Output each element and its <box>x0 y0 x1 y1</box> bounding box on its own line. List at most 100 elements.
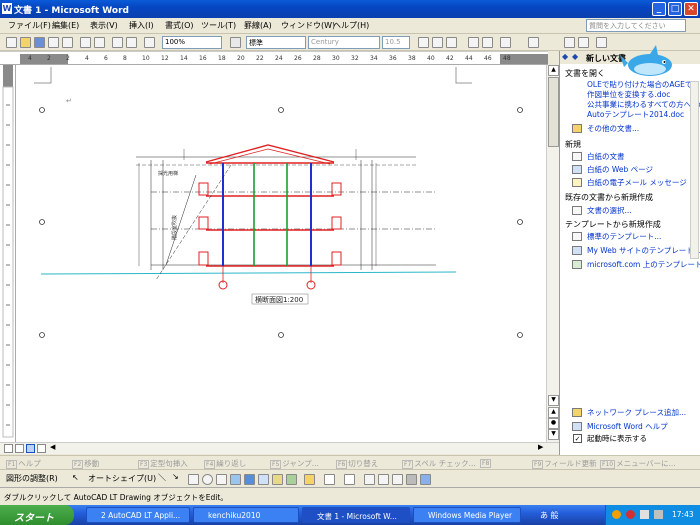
menu-tools[interactable]: ツール(T) <box>201 20 236 31</box>
fkey-6[interactable]: F6 切り替え <box>336 458 378 469</box>
fkey-7[interactable]: F7 スペル チェック... <box>402 458 476 469</box>
italic-icon[interactable] <box>432 37 443 48</box>
menu-edit[interactable]: 編集(E) <box>52 20 79 31</box>
web-templates-link[interactable]: My Web サイトのテンプレート... <box>587 245 700 256</box>
fkey-10[interactable]: F10 メニューバーに... <box>600 458 676 469</box>
task-media-player[interactable]: Windows Media Player <box>413 507 521 523</box>
fkey-2[interactable]: F2 移動 <box>72 458 99 469</box>
font-select[interactable]: Century <box>308 36 380 49</box>
autoshape-menu[interactable]: オートシェイプ(U) <box>88 473 156 484</box>
more-documents-link[interactable]: その他の文書... <box>587 123 639 134</box>
paste-icon[interactable] <box>126 37 137 48</box>
horizontal-scrollbar[interactable]: ◀ ▶ <box>0 442 559 454</box>
bold-icon[interactable] <box>418 37 429 48</box>
menu-view[interactable]: 表示(V) <box>90 20 118 31</box>
fkey-8[interactable]: F8 <box>480 458 492 468</box>
vertical-scrollbar[interactable]: ▲ ▼ ▲ ● ▼ <box>546 65 559 442</box>
menu-format[interactable]: 書式(O) <box>165 20 194 31</box>
fkey-1[interactable]: F1 ヘルプ <box>6 458 41 469</box>
ask-question-input[interactable]: 質問を入力してください <box>586 19 686 32</box>
start-button[interactable]: スタート <box>0 505 74 525</box>
new-document-icon[interactable] <box>6 37 17 48</box>
textbox-tool-icon[interactable] <box>216 474 227 485</box>
align-icon[interactable] <box>500 37 511 48</box>
print-layout-icon[interactable] <box>26 444 35 453</box>
title-bar[interactable]: W 文書 1 - Microsoft Word _ □ ✕ <box>0 0 700 18</box>
new-email-link[interactable]: 白紙の電子メール メッセージ <box>587 177 687 188</box>
clipart-icon[interactable] <box>272 474 283 485</box>
save-icon[interactable] <box>34 37 45 48</box>
outline-view-icon[interactable] <box>37 444 46 453</box>
new-blank-document-link[interactable]: 白紙の文書 <box>587 151 625 162</box>
forward-icon[interactable]: ◆ <box>572 52 578 61</box>
document-canvas[interactable]: ↵ 採光用梯 階段室吹抜 横断面図1:200 <box>16 65 546 442</box>
menu-insert[interactable]: 挿入(I) <box>129 20 154 31</box>
task-word-document[interactable]: 文書 1 - Microsoft W... <box>302 507 410 523</box>
word-help-link[interactable]: Microsoft Word ヘルプ <box>587 421 668 432</box>
word-app-icon[interactable]: W <box>2 3 12 14</box>
fill-color-icon[interactable] <box>304 474 315 485</box>
normal-view-icon[interactable] <box>4 444 13 453</box>
rectangle-tool-icon[interactable] <box>188 474 199 485</box>
scroll-left-icon[interactable]: ◀ <box>50 443 55 451</box>
bullets-icon[interactable] <box>578 37 589 48</box>
arrow-style-icon[interactable] <box>392 474 403 485</box>
volume-icon[interactable] <box>654 510 663 519</box>
tray-icon-3[interactable] <box>640 510 649 519</box>
menu-window[interactable]: ウィンドウ(W) <box>281 20 335 31</box>
back-icon[interactable]: ◆ <box>562 52 568 61</box>
line-style-icon[interactable] <box>364 474 375 485</box>
underline-icon[interactable] <box>446 37 457 48</box>
choose-document-link[interactable]: 文書の選択... <box>587 205 632 216</box>
select-objects-icon[interactable]: ↖ <box>72 473 79 482</box>
maximize-button[interactable]: □ <box>668 2 682 16</box>
font-size-select[interactable]: 10.5 <box>382 36 410 49</box>
arrow-tool-icon[interactable]: ↘ <box>172 472 179 481</box>
close-button[interactable]: ✕ <box>684 2 698 16</box>
ime-indicator[interactable]: あ 般 <box>540 510 559 521</box>
style-select[interactable]: 標準 <box>246 36 306 49</box>
general-templates-link[interactable]: 標準のテンプレート... <box>587 231 661 242</box>
oval-tool-icon[interactable] <box>202 474 213 485</box>
vertical-ruler[interactable] <box>0 65 16 442</box>
justify-icon[interactable] <box>528 37 539 48</box>
3d-style-icon[interactable] <box>420 474 431 485</box>
indent-icon[interactable] <box>596 37 607 48</box>
wordart-icon[interactable] <box>244 474 255 485</box>
scroll-up-icon[interactable]: ▲ <box>548 65 559 76</box>
dash-style-icon[interactable] <box>378 474 389 485</box>
scroll-thumb[interactable] <box>548 77 559 147</box>
line-tool-icon[interactable]: ＼ <box>158 472 166 483</box>
fkey-9[interactable]: F9 フィールド更新 <box>532 458 597 469</box>
open-icon[interactable] <box>20 37 31 48</box>
next-page-icon[interactable]: ▼ <box>548 429 559 440</box>
tray-icon-1[interactable] <box>612 510 621 519</box>
scroll-down-icon[interactable]: ▼ <box>548 395 559 406</box>
fkey-3[interactable]: F3 定型句挿入 <box>138 458 188 469</box>
clock[interactable]: 17:43 <box>672 510 694 519</box>
vertical-textbox-icon[interactable] <box>230 474 241 485</box>
print-icon[interactable] <box>80 37 91 48</box>
numbering-icon[interactable] <box>564 37 575 48</box>
print-preview-icon[interactable] <box>94 37 105 48</box>
email-icon[interactable] <box>62 37 73 48</box>
copy-icon[interactable] <box>112 37 123 48</box>
undo-icon[interactable] <box>144 37 155 48</box>
task-kenchiku-folder[interactable]: kenchiku2010 <box>193 507 299 523</box>
tray-icon-2[interactable] <box>626 510 635 519</box>
char-shading-icon[interactable] <box>482 37 493 48</box>
char-border-icon[interactable] <box>468 37 479 48</box>
fkey-4[interactable]: F4 繰り返し <box>204 458 246 469</box>
shadow-style-icon[interactable] <box>406 474 417 485</box>
show-on-startup-checkbox[interactable]: ✓ <box>573 434 582 443</box>
zoom-select[interactable]: 100% <box>162 36 222 49</box>
diagram-icon[interactable] <box>258 474 269 485</box>
new-web-page-link[interactable]: 白紙の Web ページ <box>587 164 653 175</box>
recent-file-4[interactable]: Autoテンプレート2014.doc <box>587 109 684 120</box>
task-pane-scrollbar[interactable] <box>690 81 699 259</box>
browse-object-icon[interactable]: ● <box>548 418 559 429</box>
web-layout-icon[interactable] <box>15 444 24 453</box>
line-color-icon[interactable] <box>324 474 335 485</box>
menu-table[interactable]: 罫線(A) <box>244 20 272 31</box>
menu-file[interactable]: ファイル(F) <box>8 20 51 31</box>
